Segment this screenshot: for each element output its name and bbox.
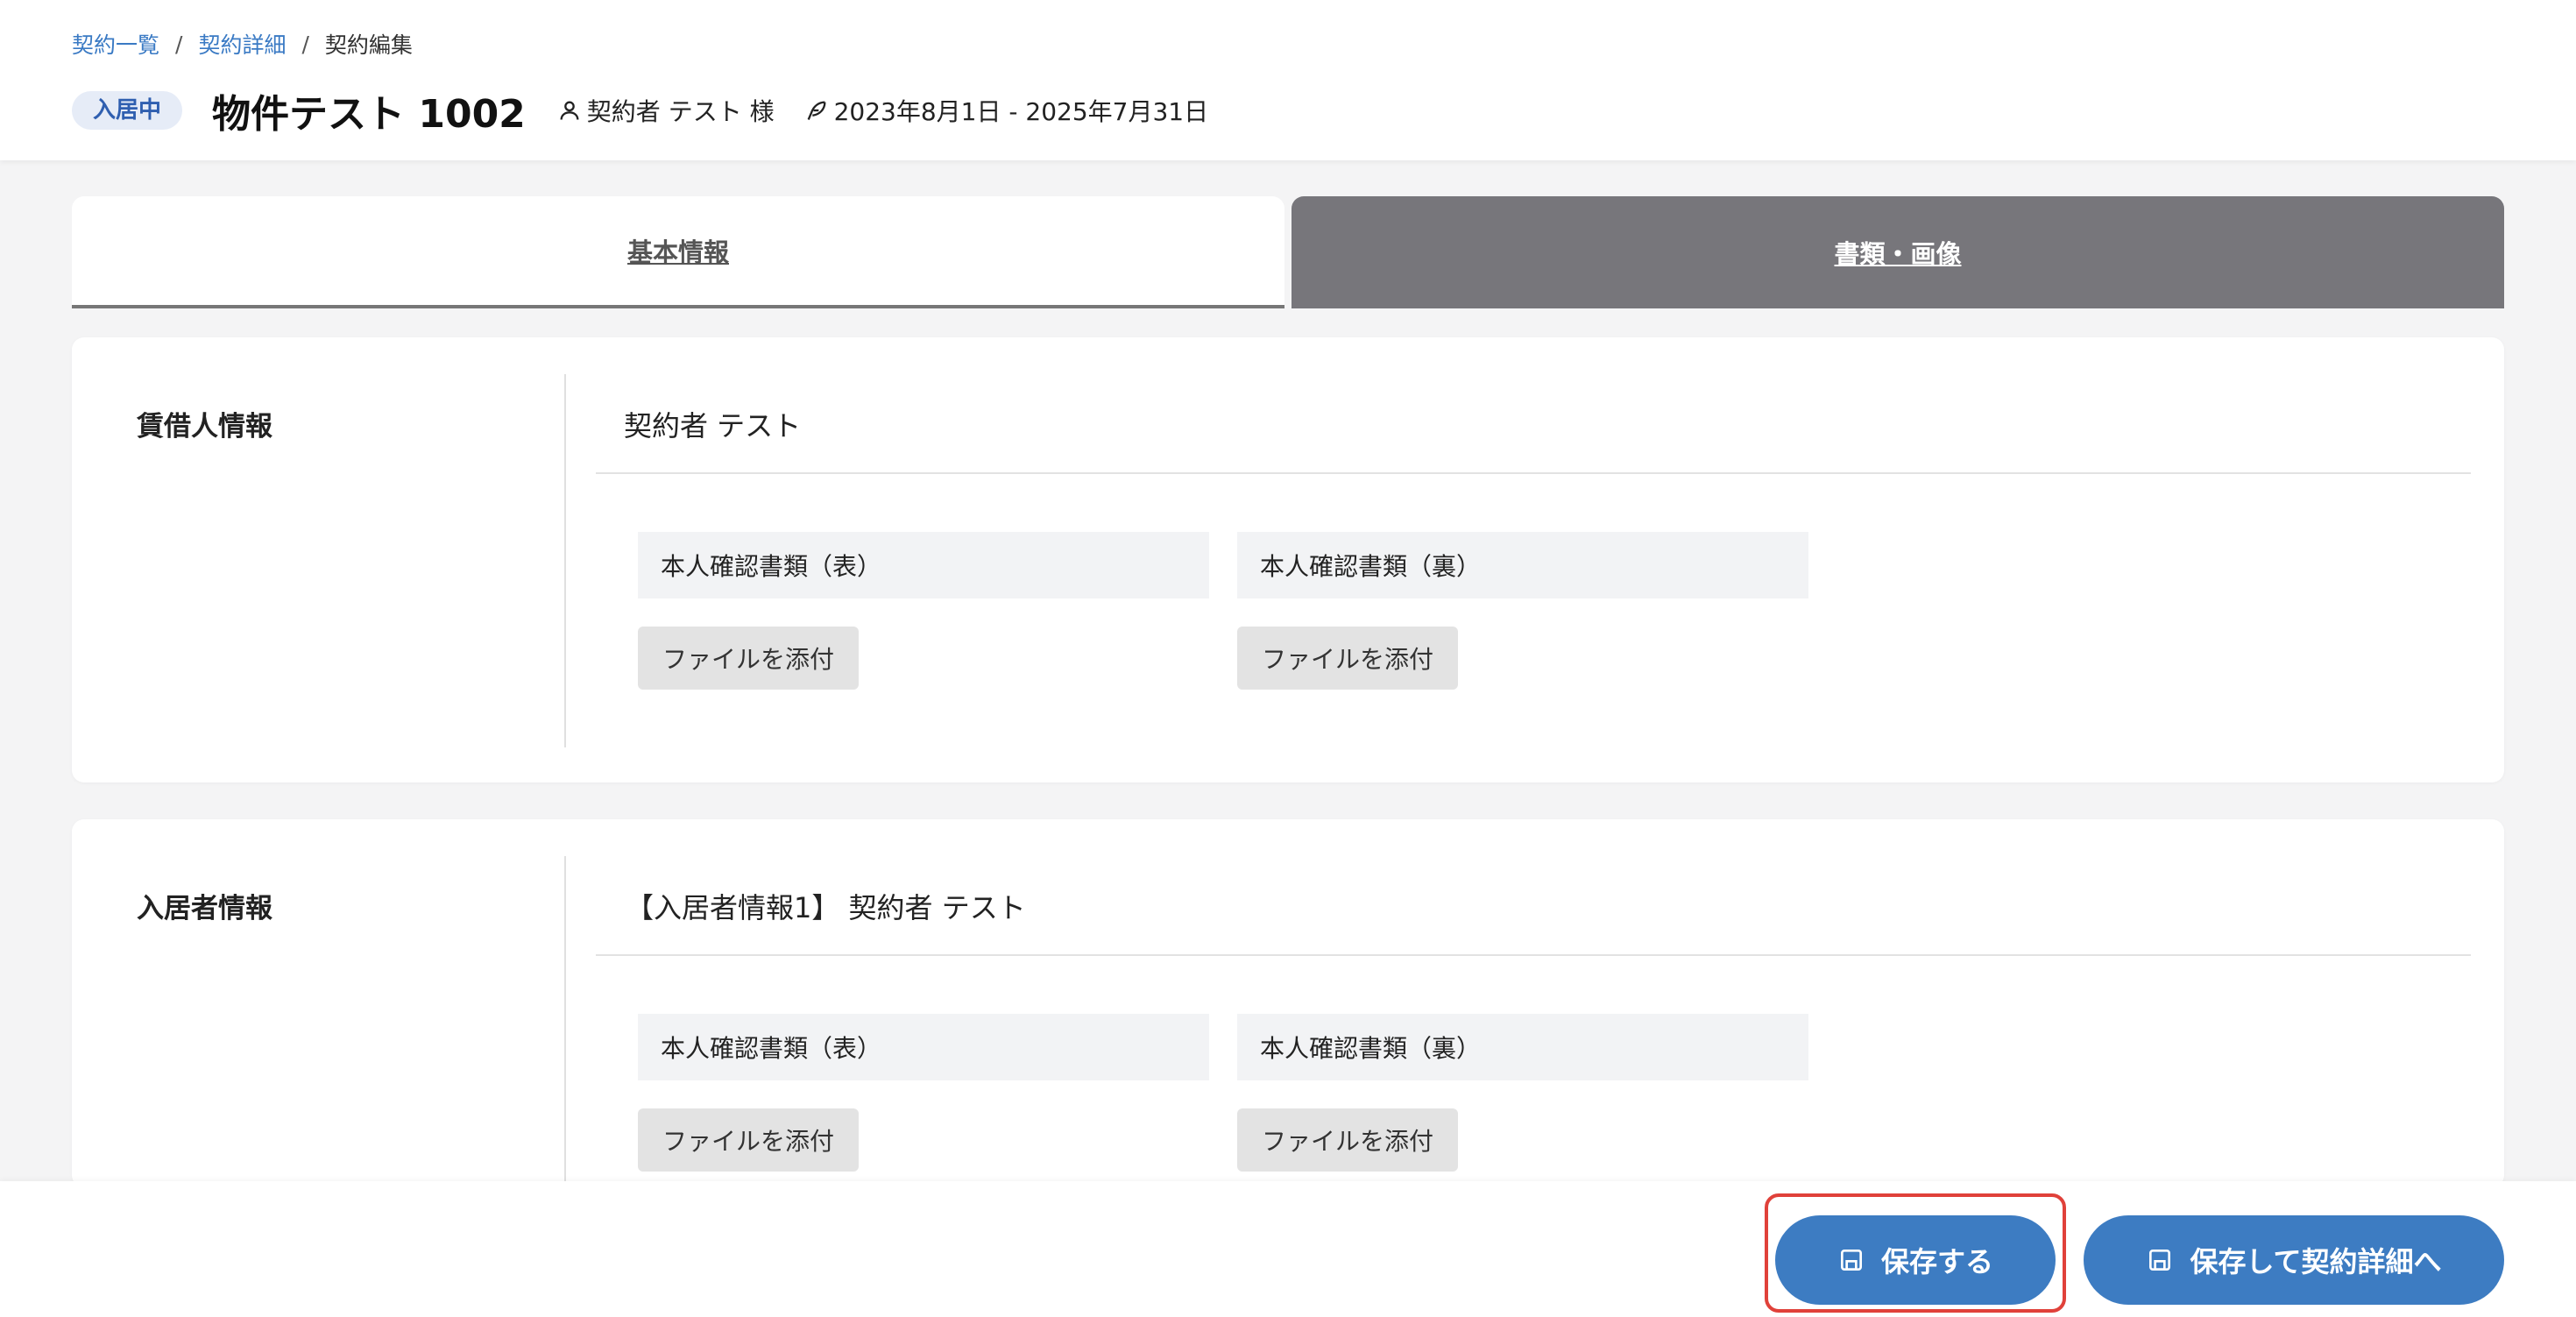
feather-pen-icon — [807, 101, 826, 120]
document-back: 本人確認書類（裏） ファイルを添付 — [1237, 1014, 1808, 1172]
contract-period: 2023年8月1日 - 2025年7月31日 — [833, 97, 1209, 126]
property-title: 物件テスト 1002 — [212, 92, 526, 137]
section-label: 賃借人情報 — [137, 411, 272, 443]
tab-documents-images[interactable]: 書類・画像 — [1292, 196, 2504, 308]
status-badge: 入居中 — [72, 91, 183, 130]
attach-file-button[interactable]: ファイルを添付 — [638, 1108, 859, 1172]
breadcrumb-contract-detail-link[interactable]: 契約詳細 — [198, 28, 286, 60]
occupant-info-card: 入居者情報 【入居者情報1】 契約者 テスト 本人確認書類（表） ファイルを添付… — [72, 819, 2504, 1187]
document-front: 本人確認書類（表） ファイルを添付 — [638, 532, 1209, 690]
user-icon — [560, 101, 579, 120]
document-label: 本人確認書類（表） — [638, 532, 1209, 598]
attach-file-button[interactable]: ファイルを添付 — [1237, 627, 1458, 690]
breadcrumb-current: 契約編集 — [324, 32, 413, 58]
attach-file-button[interactable]: ファイルを添付 — [1237, 1108, 1458, 1172]
tab-bar: 基本情報 書類・画像 — [72, 196, 2504, 308]
contractor-name: 契約者 テスト 様 — [586, 97, 775, 126]
period-meta: 2023年8月1日 - 2025年7月31日 — [804, 93, 1209, 128]
document-label: 本人確認書類（表） — [638, 1014, 1209, 1080]
page-header: 契約一覧 / 契約詳細 / 契約編集 入居中 物件テスト 1002 契約者 テス… — [0, 0, 2576, 160]
document-back: 本人確認書類（裏） ファイルを添付 — [1237, 532, 1808, 690]
section-label: 入居者情報 — [137, 893, 272, 924]
tenant-name: 契約者 テスト — [624, 409, 802, 443]
vertical-divider — [564, 856, 566, 1187]
save-and-go-detail-button[interactable]: 保存して契約詳細へ — [2084, 1215, 2504, 1305]
horizontal-divider — [596, 472, 2471, 474]
save-icon — [2149, 1250, 2171, 1271]
breadcrumb-separator: / — [175, 31, 183, 57]
document-label: 本人確認書類（裏） — [1237, 1014, 1808, 1080]
breadcrumb-contract-list-link[interactable]: 契約一覧 — [72, 28, 159, 60]
occupant-name: 【入居者情報1】 契約者 テスト — [626, 891, 1026, 924]
document-front: 本人確認書類（表） ファイルを添付 — [638, 1014, 1209, 1172]
tenant-info-card: 賃借人情報 契約者 テスト 本人確認書類（表） ファイルを添付 本人確認書類（裏… — [72, 337, 2504, 782]
horizontal-divider — [596, 954, 2471, 956]
document-label: 本人確認書類（裏） — [1237, 532, 1808, 598]
tab-basic-info[interactable]: 基本情報 — [72, 196, 1284, 308]
vertical-divider — [564, 374, 566, 747]
save-and-go-detail-label: 保存して契約詳細へ — [2190, 1245, 2442, 1278]
attach-file-button[interactable]: ファイルを添付 — [638, 627, 859, 690]
breadcrumb: 契約一覧 / 契約詳細 / 契約編集 — [72, 28, 413, 60]
breadcrumb-separator: / — [301, 31, 309, 57]
save-button-highlight — [1765, 1193, 2066, 1313]
title-row: 入居中 物件テスト 1002 契約者 テスト 様 2023年8月1日 - 202… — [72, 84, 1208, 137]
contractor-meta: 契約者 テスト 様 — [557, 93, 775, 128]
